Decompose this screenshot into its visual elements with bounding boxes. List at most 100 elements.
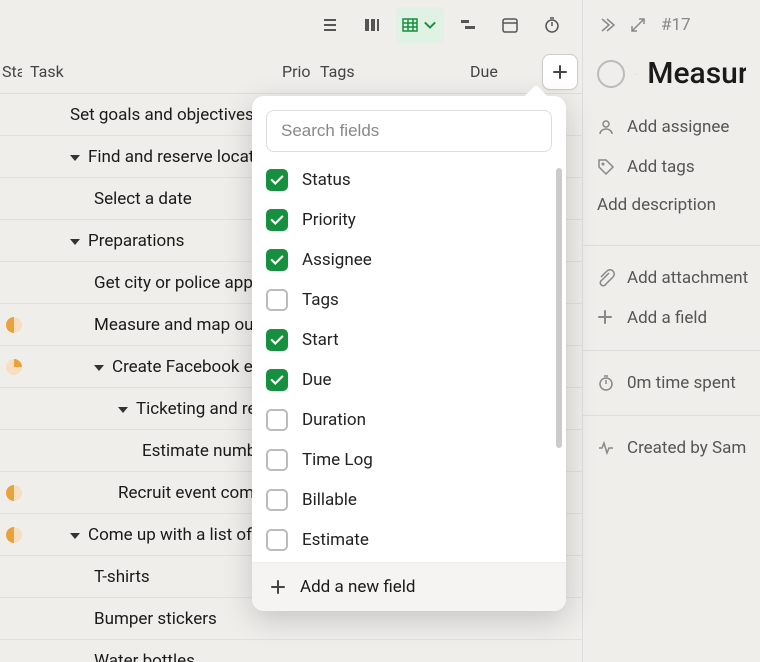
fields-popover: Status Priority Assignee Tags Start Due Durati… [252, 96, 566, 611]
search-fields-input[interactable] [266, 110, 552, 152]
task-text: Water bottles [22, 651, 582, 662]
add-column-button[interactable] [542, 54, 578, 90]
field-option[interactable]: Estimate [266, 526, 552, 554]
calendar-view-button[interactable] [492, 7, 528, 43]
created-label: Created by Sam [627, 438, 746, 458]
timer-view-button[interactable] [534, 7, 570, 43]
attachment-label: Add attachment [627, 268, 748, 288]
time-row[interactable]: 0m time spent [583, 363, 760, 403]
expand-caret-icon[interactable] [70, 155, 80, 161]
status-cell[interactable] [0, 485, 22, 501]
field-option[interactable]: Status [266, 166, 552, 194]
add-new-field-label: Add a new field [300, 577, 416, 597]
view-toolbar [0, 0, 582, 50]
col-priority[interactable]: Prio [282, 62, 320, 81]
field-option[interactable]: Due [266, 366, 552, 394]
field-option[interactable]: Billable [266, 486, 552, 514]
check-icon [270, 253, 284, 267]
status-cell[interactable] [0, 527, 22, 543]
collapse-icon[interactable] [597, 16, 615, 34]
assignee-row[interactable]: Add assignee [583, 107, 760, 147]
field-option[interactable]: Assignee [266, 246, 552, 274]
checkbox[interactable] [266, 289, 288, 311]
checkbox[interactable] [266, 169, 288, 191]
col-add [538, 54, 582, 90]
expand-caret-icon[interactable] [118, 407, 128, 413]
fields-list: Status Priority Assignee Tags Start Due Durati… [252, 166, 566, 562]
check-icon [270, 213, 284, 227]
field-label: Estimate [302, 530, 369, 550]
main-column: Stat Task Prio Tags Due Set goals and ob… [0, 0, 582, 662]
expand-caret-icon[interactable] [94, 365, 104, 371]
board-view-button[interactable] [354, 7, 390, 43]
plus-icon [552, 64, 568, 80]
app-root: Stat Task Prio Tags Due Set goals and ob… [0, 0, 760, 662]
checkbox[interactable] [266, 209, 288, 231]
time-label: 0m time spent [627, 373, 736, 393]
field-label: Assignee [302, 250, 372, 270]
status-indicator [6, 527, 22, 543]
check-icon [270, 373, 284, 387]
field-label: Duration [302, 410, 366, 430]
expand-icon[interactable] [629, 16, 647, 34]
status-circle[interactable] [597, 60, 625, 88]
panel-title[interactable]: Measure and map out the course [647, 56, 746, 91]
check-icon [270, 333, 284, 347]
divider [583, 245, 760, 246]
assignee-label: Add assignee [627, 117, 729, 137]
checkbox[interactable] [266, 449, 288, 471]
checkbox[interactable] [266, 249, 288, 271]
checkbox[interactable] [266, 329, 288, 351]
field-label: Time Log [302, 450, 373, 470]
divider [583, 350, 760, 351]
field-label: Tags [302, 290, 339, 310]
status-indicator [6, 359, 22, 375]
field-option[interactable]: Duration [266, 406, 552, 434]
expand-caret-icon[interactable] [70, 239, 80, 245]
col-tags[interactable]: Tags [320, 62, 470, 81]
timeline-view-button[interactable] [450, 7, 486, 43]
status-cell[interactable] [0, 317, 22, 333]
check-icon [270, 173, 284, 187]
col-task[interactable]: Task [22, 62, 282, 81]
field-option[interactable]: Start [266, 326, 552, 354]
add-field-label: Add a field [627, 308, 707, 328]
status-indicator [6, 485, 22, 501]
checkbox[interactable] [266, 369, 288, 391]
checkbox[interactable] [266, 489, 288, 511]
status-caret-icon[interactable] [635, 69, 637, 79]
paperclip-icon [597, 269, 615, 287]
activity-icon [597, 439, 615, 457]
field-option[interactable]: Tags [266, 286, 552, 314]
sheet-view-button[interactable] [396, 7, 444, 43]
field-option[interactable]: Priority [266, 206, 552, 234]
detail-panel: #17 Measure and map out the course Add a… [582, 0, 760, 662]
tags-row[interactable]: Add tags [583, 147, 760, 187]
expand-caret-icon[interactable] [70, 533, 80, 539]
checkbox[interactable] [266, 529, 288, 551]
col-status[interactable]: Stat [0, 62, 22, 81]
scrollbar[interactable] [556, 168, 562, 448]
status-indicator [6, 317, 22, 333]
plus-icon [270, 579, 286, 595]
checkbox[interactable] [266, 409, 288, 431]
task-row[interactable]: Water bottles [0, 640, 582, 662]
list-view-button[interactable] [312, 7, 348, 43]
col-due[interactable]: Due [470, 62, 538, 81]
plus-icon [597, 309, 615, 327]
task-id: #17 [661, 15, 691, 35]
description-field[interactable]: Add description [583, 187, 760, 233]
attachment-row[interactable]: Add attachment [583, 258, 760, 298]
add-new-field-button[interactable]: Add a new field [252, 562, 566, 611]
user-icon [597, 118, 615, 136]
divider [583, 415, 760, 416]
status-cell[interactable] [0, 359, 22, 375]
field-label: Due [302, 370, 332, 390]
tag-icon [597, 158, 615, 176]
add-field-row[interactable]: Add a field [583, 298, 760, 338]
panel-title-row: Measure and map out the course [583, 50, 760, 107]
field-label: Priority [302, 210, 356, 230]
column-headers: Stat Task Prio Tags Due [0, 50, 582, 94]
tags-label: Add tags [627, 157, 695, 177]
field-option[interactable]: Time Log [266, 446, 552, 474]
